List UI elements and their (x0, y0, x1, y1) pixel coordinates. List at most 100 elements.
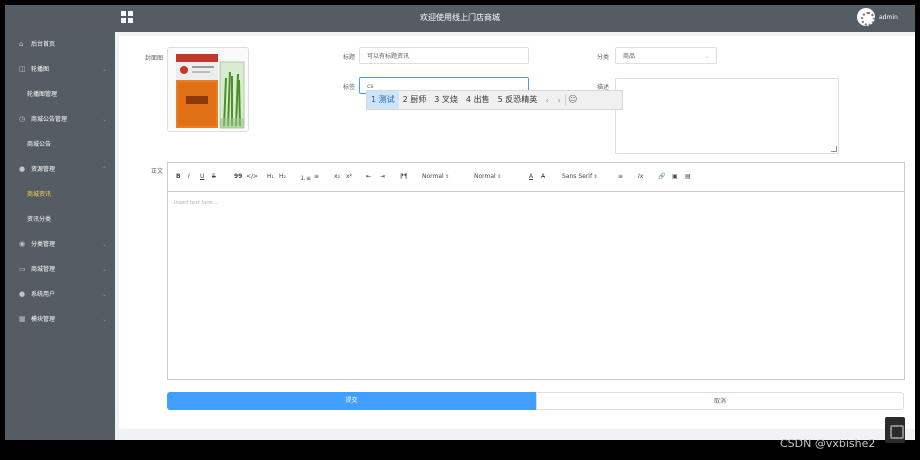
chevron-down-icon: ⌄ (101, 266, 107, 273)
sidebar-item-module-manage[interactable]: ▦ 模块管理 ⌄ (5, 307, 115, 332)
category-icon: ◉ (19, 240, 26, 248)
title-input-value: 可以有标题资讯 (367, 53, 410, 60)
sidebar-item-category-manage[interactable]: ◉ 分类管理 ⌄ (5, 232, 115, 257)
background-color-button[interactable]: A̶ (541, 173, 545, 180)
site-title: 欢迎使用线上门店商城 (420, 13, 500, 22)
ime-candidate-bar: 1 测试 2 厨师 3 叉烧 4 出售 5 反恐精英 ‹ › ☺ (366, 90, 623, 110)
text-direction-button[interactable]: ⁋¶ (400, 173, 408, 180)
italic-button[interactable]: I (188, 173, 190, 180)
link-button[interactable]: 🔗 (658, 173, 665, 180)
category-label: 分类 (596, 54, 609, 61)
sidebar-item-label: 商城公告管理 (31, 116, 68, 123)
subscript-button[interactable]: x₂ (334, 173, 340, 180)
ime-candidate-4[interactable]: 4 出售 (462, 91, 494, 109)
size-select[interactable]: Normal (422, 173, 450, 180)
user-name[interactable]: admin (879, 14, 898, 21)
sidebar-item-notice[interactable]: 商城公告 (5, 132, 115, 157)
cover-image-upload[interactable] (167, 47, 249, 132)
candidate-number: 2 (402, 95, 408, 104)
ime-candidate-3[interactable]: 3 叉烧 (430, 91, 462, 109)
video-button[interactable]: ▤ (685, 173, 691, 180)
floating-widget-icon[interactable] (885, 417, 905, 443)
ime-candidate-5[interactable]: 5 反恐精英 (494, 91, 542, 109)
tags-input-value: cs (367, 83, 374, 90)
cancel-button[interactable]: 取消 (536, 392, 904, 410)
bullet-list-button[interactable]: ≡ (314, 173, 319, 180)
carousel-icon: ◫ (19, 65, 26, 73)
chevron-down-icon: ⌄ (101, 241, 107, 248)
sidebar-item-label: 后台首页 (31, 41, 56, 48)
sidebar-item-carousel[interactable]: ◫ 轮播图 ⌄ (5, 57, 115, 82)
main-form-panel: 封面图 标题 可以有标题资讯 分类 商品 ⌄ 标签 cs 描述 1 测试 2 厨… (119, 36, 915, 429)
sidebar-item-system-user[interactable]: ● 系统用户 ⌄ (5, 282, 115, 307)
image-button[interactable]: ▣ (672, 173, 678, 180)
ime-candidate-1[interactable]: 1 测试 (367, 91, 399, 109)
chevron-down-icon: ⌄ (704, 53, 710, 60)
chevron-left-icon[interactable]: ‹ (541, 96, 553, 105)
tea-product-image (168, 48, 248, 131)
module-icon: ▦ (19, 315, 26, 323)
candidate-text: 厨师 (410, 95, 427, 104)
ime-candidate-2[interactable]: 2 厨师 (399, 91, 431, 109)
candidate-number: 4 (465, 95, 472, 104)
editor-toolbar: B I U S 99 </> H₁ H₂ ⒈≡ ≡ x₂ x² ⇤ ⇥ ⁋¶ N… (168, 163, 904, 192)
sidebar-item-label: 轮播图管理 (27, 91, 58, 98)
chevron-down-icon: ⌄ (101, 66, 107, 73)
sidebar-item-label: 资源管理 (31, 166, 56, 173)
resize-handle-icon[interactable] (831, 146, 837, 152)
user-avatar[interactable] (857, 8, 875, 26)
sidebar-item-notice-manage[interactable]: ◷ 商城公告管理 ⌄ (5, 107, 115, 132)
superscript-button[interactable]: x² (346, 173, 352, 180)
sidebar-item-carousel-manage[interactable]: 轮播图管理 (5, 82, 115, 107)
header-select[interactable]: Normal (474, 173, 502, 180)
cover-label: 封面图 (144, 55, 163, 62)
sidebar-item-label: 模块管理 (31, 316, 56, 323)
sidebar-item-label: 分类管理 (31, 241, 56, 248)
chevron-down-icon: ⌄ (101, 291, 107, 298)
title-label: 标题 (342, 54, 355, 61)
sidebar-item-label: 轮播图 (31, 66, 50, 73)
sidebar-item-label: 资讯分类 (27, 216, 52, 223)
font-color-button[interactable]: A (529, 173, 533, 180)
candidate-text: 出售 (473, 95, 490, 104)
header-1-button[interactable]: H₁ (267, 173, 274, 180)
ordered-list-button[interactable]: ⒈≡ (300, 173, 311, 182)
chevron-down-icon: ⌄ (101, 116, 107, 123)
underline-button[interactable]: U (200, 173, 204, 180)
sidebar-item-news[interactable]: 商城资讯 (5, 182, 115, 207)
blockquote-button[interactable]: 99 (234, 173, 242, 180)
candidate-number: 5 (497, 95, 503, 104)
editor-content[interactable]: Insert text here ... (174, 200, 219, 206)
indent-increase-button[interactable]: ⇥ (380, 173, 385, 180)
sidebar-item-label: 商城公告 (27, 141, 52, 148)
description-textarea[interactable] (615, 78, 839, 154)
candidate-text: 叉烧 (441, 95, 458, 104)
chevron-down-icon: ⌄ (101, 316, 107, 323)
bold-button[interactable]: B (176, 173, 181, 180)
clean-format-button[interactable]: Ix (638, 173, 643, 180)
strike-button[interactable]: S (212, 173, 216, 180)
sidebar-item-resource-manage[interactable]: ● 资源管理 ⌃ (5, 157, 115, 182)
category-select[interactable]: 商品 ⌄ (615, 47, 717, 64)
location-icon: ● (19, 165, 26, 173)
home-icon: ⌂ (19, 40, 24, 48)
sidebar-item-label: 商城管理 (31, 266, 56, 273)
candidate-text: 测试 (378, 95, 395, 104)
sidebar-item-shop-manage[interactable]: ▭ 商城管理 ⌄ (5, 257, 115, 282)
font-family-select[interactable]: Sans Serif (562, 173, 598, 180)
indent-decrease-button[interactable]: ⇤ (366, 173, 371, 180)
candidate-number: 1 (371, 95, 377, 104)
emoji-icon[interactable]: ☺ (565, 95, 579, 105)
sidebar-item-label: 系统用户 (31, 291, 56, 298)
rich-text-editor: B I U S 99 </> H₁ H₂ ⒈≡ ≡ x₂ x² ⇤ ⇥ ⁋¶ N… (167, 162, 905, 380)
chevron-right-icon[interactable]: › (553, 96, 565, 105)
candidate-text: 反恐精英 (505, 95, 538, 104)
header-2-button[interactable]: H₂ (279, 173, 286, 180)
sidebar-item-news-category[interactable]: 资讯分类 (5, 207, 115, 232)
title-input[interactable]: 可以有标题资讯 (359, 47, 529, 64)
sidebar-item-home[interactable]: ⌂ 后台首页 (5, 32, 115, 57)
user-icon: ● (19, 290, 26, 298)
submit-button[interactable]: 提交 (167, 392, 536, 410)
code-block-button[interactable]: </> (246, 173, 258, 180)
align-button[interactable]: ≡ (618, 173, 623, 180)
